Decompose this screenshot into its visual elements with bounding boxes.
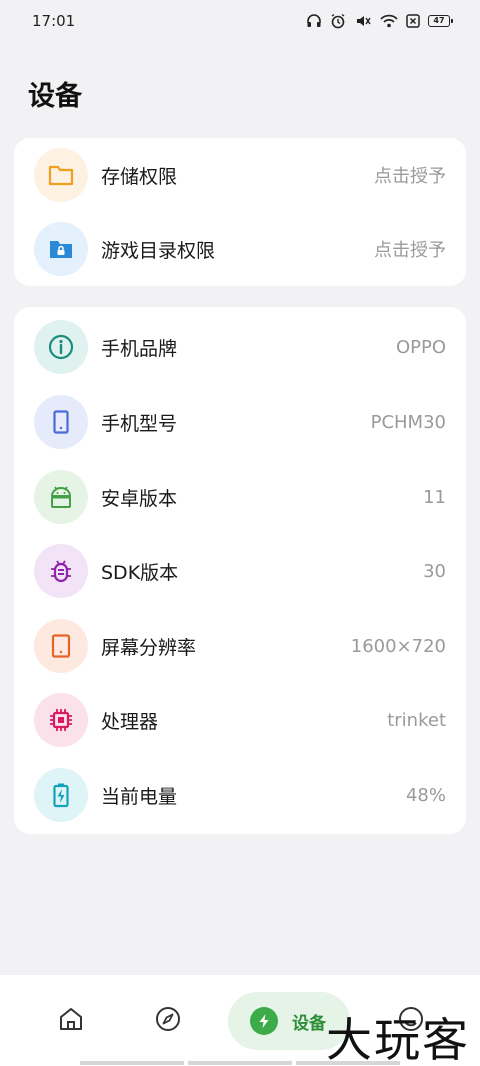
row-value: OPPO: [395, 336, 446, 358]
game-dir-permission-row[interactable]: 游戏目录权限 点击授予: [14, 212, 466, 286]
bolt-icon: [250, 1007, 278, 1035]
row-label: 当前电量: [101, 785, 178, 808]
processor-row: 处理器 trinket: [14, 683, 466, 757]
bug-icon: [34, 544, 88, 598]
watermark-logo: 大玩客: [326, 1013, 470, 1066]
row-label: SDK版本: [101, 561, 179, 584]
row-label: 存储权限: [101, 165, 178, 188]
permissions-card: 存储权限 点击授予 游戏目录权限 点击授予: [14, 138, 466, 286]
android-version-row: 安卓版本 11: [14, 460, 466, 534]
row-label: 屏幕分辨率: [101, 636, 197, 659]
row-value: trinket: [387, 709, 446, 731]
tablet-icon: [34, 619, 88, 673]
folder-icon: [34, 148, 88, 202]
row-label: 安卓版本: [101, 487, 178, 510]
gesture-bar-right: [296, 1061, 400, 1065]
row-value: PCHM30: [370, 411, 446, 433]
row-label: 手机型号: [101, 412, 178, 435]
folder-lock-icon: [34, 222, 88, 276]
model-row: 手机型号 PCHM30: [14, 385, 466, 459]
alarm-icon: [330, 13, 346, 29]
nav-discover[interactable]: [133, 975, 203, 1066]
sim-off-icon: [406, 14, 420, 28]
headphones-icon: [306, 13, 322, 29]
row-label: 处理器: [101, 710, 159, 733]
row-value: 11: [423, 486, 446, 508]
status-bar: 17:01 47: [0, 0, 480, 42]
nav-home[interactable]: [36, 975, 106, 1066]
row-value: 30: [423, 560, 446, 582]
phone-icon: [34, 395, 88, 449]
status-icons: 47: [306, 13, 453, 29]
mute-icon: [354, 13, 372, 29]
row-value: 1600×720: [350, 635, 446, 657]
battery-icon: 47: [428, 15, 453, 27]
page-title: 设备: [28, 81, 82, 112]
device-info-card: 手机品牌 OPPO 手机型号 PCHM30 安卓版本 11 SDK版本 30 屏…: [14, 307, 466, 834]
grant-link[interactable]: 点击授予: [374, 162, 446, 188]
storage-permission-row[interactable]: 存储权限 点击授予: [14, 138, 466, 212]
android-icon: [34, 470, 88, 524]
nav-device-label: 设备: [292, 1013, 326, 1034]
row-value: 48%: [405, 784, 446, 806]
gesture-bar-left: [80, 1061, 184, 1065]
battery-charging-icon: [34, 768, 88, 822]
row-label: 游戏目录权限: [101, 239, 216, 262]
wifi-icon: [380, 13, 398, 29]
sdk-version-row: SDK版本 30: [14, 534, 466, 608]
chip-icon: [34, 693, 88, 747]
gesture-bar-center[interactable]: [188, 1061, 292, 1065]
grant-link[interactable]: 点击授予: [374, 236, 446, 262]
resolution-row: 屏幕分辨率 1600×720: [14, 609, 466, 683]
row-label: 手机品牌: [101, 337, 178, 360]
brand-row: 手机品牌 OPPO: [14, 310, 466, 384]
status-time: 17:01: [32, 12, 76, 30]
info-icon: [34, 320, 88, 374]
compass-icon: [154, 1005, 182, 1037]
home-icon: [57, 1005, 85, 1037]
battery-level-row: 当前电量 48%: [14, 758, 466, 832]
